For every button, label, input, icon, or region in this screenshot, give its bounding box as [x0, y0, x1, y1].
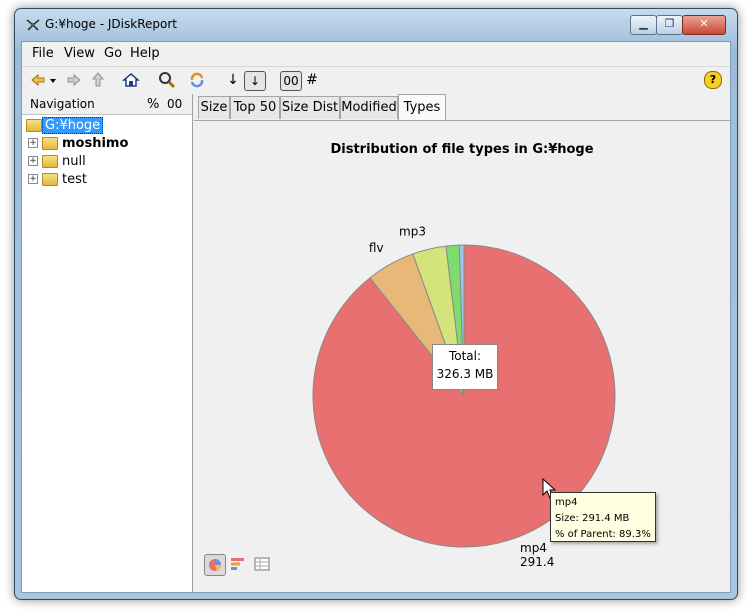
count-toggle[interactable]: 00 — [167, 97, 182, 111]
up-arrow-icon[interactable] — [90, 71, 106, 89]
tree-item-label: moshimo — [62, 136, 129, 151]
title-bar[interactable]: G:¥hoge - JDiskReport ▁ ❐ ✕ — [15, 9, 737, 39]
table-view-icon[interactable] — [252, 554, 272, 574]
chart-area: Distribution of file types in G:¥hoge mp… — [194, 122, 730, 592]
expand-icon[interactable]: + — [28, 138, 38, 148]
app-window: G:¥hoge - JDiskReport ▁ ❐ ✕ File View Go… — [14, 8, 738, 600]
tab-types[interactable]: Types — [398, 94, 446, 121]
tooltip-title: mp4 — [555, 497, 578, 508]
tooltip-parent: % of Parent: 89.3% — [555, 529, 651, 540]
window-title: G:¥hoge - JDiskReport — [45, 17, 177, 31]
slice-label-mp3: mp3 — [399, 224, 426, 238]
navigation-title: Navigation — [30, 97, 95, 111]
slice-label-mp4: mp4 — [520, 541, 547, 555]
tab-divider — [194, 120, 730, 121]
menu-help[interactable]: Help — [130, 46, 160, 61]
menu-file[interactable]: File — [32, 46, 54, 61]
tree-root[interactable]: G:¥hoge — [22, 116, 192, 134]
client-area: File View Go Help ↓ ↓ 00 # ? Navigation … — [21, 41, 731, 593]
minimize-button[interactable]: ▁ — [630, 15, 657, 35]
content-panel: Size Top 50 Size Dist Modified Types Dis… — [194, 94, 730, 592]
total-value: 326.3 MB — [436, 367, 494, 381]
home-icon[interactable] — [122, 71, 140, 89]
tab-bar: Size Top 50 Size Dist Modified Types — [194, 94, 730, 122]
help-icon[interactable]: ? — [704, 71, 722, 89]
percent-toggle[interactable]: % — [147, 97, 159, 112]
sort-by-name-button[interactable]: ↓ — [244, 71, 266, 91]
navigation-header: Navigation % 00 — [22, 94, 192, 115]
tree-root-label: G:¥hoge — [42, 117, 104, 134]
tree-item-label: test — [62, 172, 87, 187]
toolbar: ↓ ↓ 00 # ? — [22, 66, 730, 93]
show-hash-toggle[interactable]: # — [306, 71, 318, 89]
show-count-toggle[interactable]: 00 — [280, 71, 302, 91]
menu-go[interactable]: Go — [104, 46, 122, 61]
tab-size-dist[interactable]: Size Dist — [280, 96, 340, 119]
menu-view[interactable]: View — [64, 46, 95, 61]
folder-icon — [42, 173, 58, 186]
folder-icon — [42, 137, 58, 150]
expand-icon[interactable]: + — [28, 156, 38, 166]
folder-icon — [26, 119, 42, 132]
sort-by-size-button[interactable]: ↓ — [224, 71, 242, 89]
tab-top-50[interactable]: Top 50 — [230, 96, 280, 119]
menu-bar: File View Go Help — [22, 42, 730, 64]
tree-item-null[interactable]: + null — [22, 152, 192, 170]
total-box: Total: 326.3 MB — [432, 344, 498, 390]
close-button[interactable]: ✕ — [682, 15, 726, 35]
slice-tooltip: mp4 Size: 291.4 MB % of Parent: 89.3% — [550, 492, 656, 542]
tree-item-test[interactable]: + test — [22, 170, 192, 188]
bar-view-icon[interactable] — [228, 554, 248, 574]
folder-icon — [42, 155, 58, 168]
tree-item-moshimo[interactable]: + moshimo — [22, 134, 192, 152]
maximize-button[interactable]: ❐ — [656, 15, 683, 35]
tooltip-size: Size: 291.4 MB — [555, 513, 630, 524]
forward-arrow-icon[interactable] — [66, 71, 82, 89]
refresh-icon[interactable] — [188, 71, 206, 89]
pie-view-icon[interactable] — [204, 554, 226, 576]
back-arrow-icon[interactable] — [30, 71, 46, 89]
tab-size[interactable]: Size — [198, 96, 230, 119]
slice-label-flv: flv — [369, 241, 384, 255]
slice-value-mp4: 291.4 — [520, 555, 554, 569]
total-label: Total: — [448, 349, 482, 363]
tree-item-label: null — [62, 154, 86, 169]
history-dropdown-icon[interactable] — [48, 71, 58, 89]
navigation-panel: Navigation % 00 G:¥hoge + moshimo + null… — [22, 94, 193, 592]
jdiskreport-logo-icon — [26, 19, 40, 31]
tab-modified[interactable]: Modified — [340, 96, 398, 119]
search-icon[interactable] — [158, 71, 176, 89]
expand-icon[interactable]: + — [28, 174, 38, 184]
